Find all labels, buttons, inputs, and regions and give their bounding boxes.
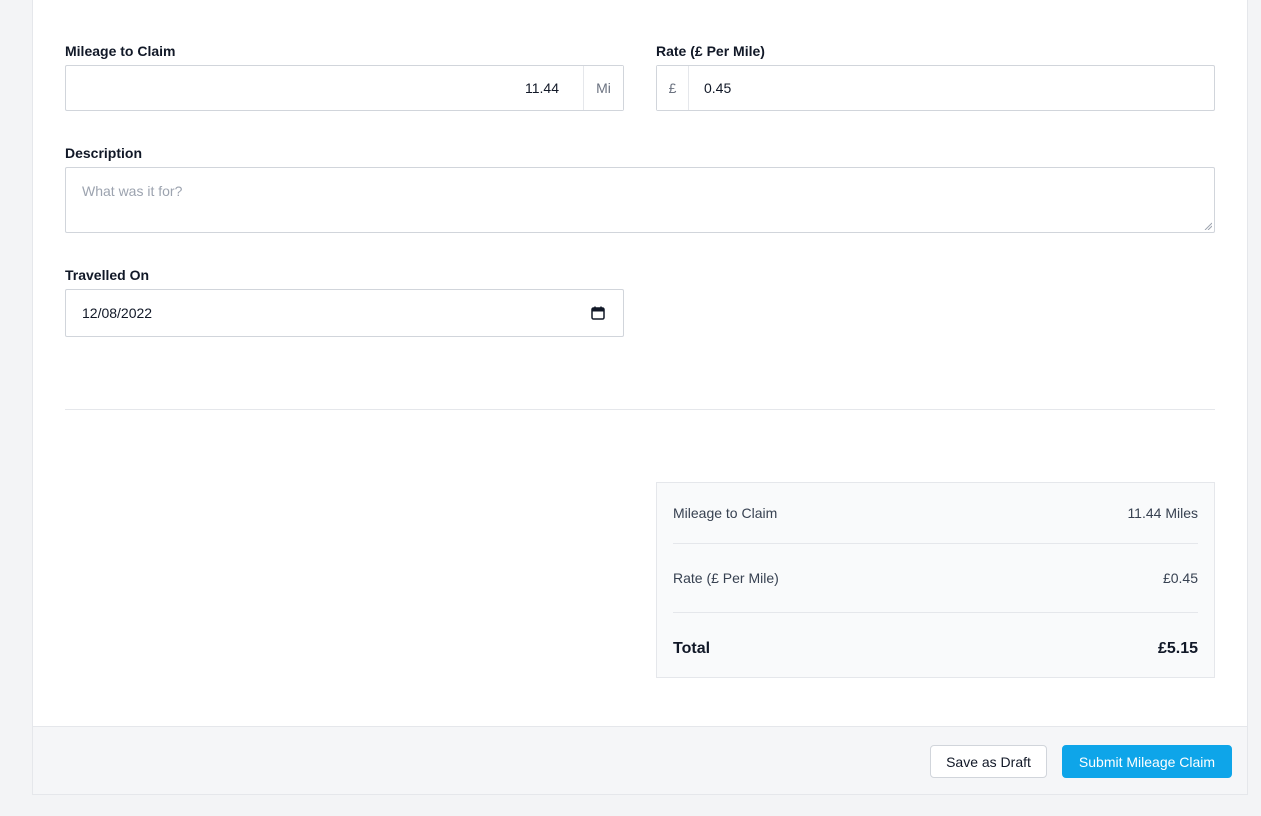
- mileage-unit-addon: Mi: [583, 66, 623, 110]
- mileage-claim-card: Mileage to Claim 11.44 Mi Rate (£ Per Mi…: [32, 0, 1248, 795]
- description-label: Description: [65, 145, 143, 161]
- submit-mileage-claim-button[interactable]: Submit Mileage Claim: [1062, 745, 1232, 778]
- travelled-on-label: Travelled On: [65, 267, 150, 283]
- description-placeholder: What was it for?: [82, 183, 183, 199]
- calendar-icon[interactable]: [573, 290, 623, 336]
- summary-mileage-label: Mileage to Claim: [673, 505, 778, 521]
- section-divider: [65, 409, 1215, 410]
- rate-value[interactable]: 0.45: [689, 66, 1214, 110]
- description-textarea[interactable]: What was it for?: [65, 167, 1215, 233]
- rate-label: Rate (£ Per Mile): [656, 43, 765, 59]
- claim-summary-panel: Mileage to Claim 11.44 Miles Rate (£ Per…: [656, 482, 1215, 678]
- form-footer: Save as Draft Submit Mileage Claim: [33, 726, 1247, 794]
- rate-input[interactable]: £ 0.45: [656, 65, 1215, 111]
- mileage-input[interactable]: 11.44 Mi: [65, 65, 624, 111]
- summary-total-value: £5.15: [1157, 640, 1198, 657]
- rate-currency-addon: £: [657, 66, 689, 110]
- travelled-on-date-input[interactable]: 12/08/2022: [65, 289, 624, 337]
- summary-rate-label: Rate (£ Per Mile): [673, 570, 779, 586]
- mileage-value[interactable]: 11.44: [66, 66, 583, 110]
- mileage-label: Mileage to Claim: [65, 43, 176, 59]
- resize-handle-icon[interactable]: [1204, 222, 1212, 230]
- summary-row-rate: Rate (£ Per Mile) £0.45: [673, 544, 1198, 613]
- summary-mileage-value: 11.44 Miles: [1127, 505, 1198, 521]
- summary-total-label: Total: [673, 640, 711, 657]
- summary-row-mileage: Mileage to Claim 11.44 Miles: [673, 483, 1198, 544]
- summary-rate-value: £0.45: [1162, 570, 1198, 586]
- save-as-draft-button[interactable]: Save as Draft: [930, 745, 1047, 778]
- summary-row-total: Total £5.15: [673, 613, 1198, 685]
- travelled-on-value[interactable]: 12/08/2022: [66, 290, 573, 336]
